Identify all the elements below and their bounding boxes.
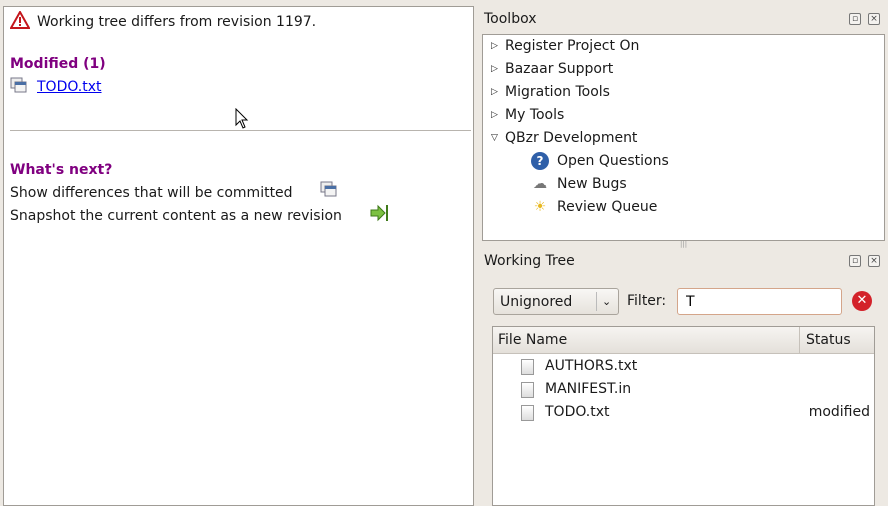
commit-arrow-button[interactable] xyxy=(370,204,390,222)
tree-item-new-bugs[interactable]: ☁ New Bugs xyxy=(531,173,627,195)
expand-icon: ▷ xyxy=(491,87,498,97)
modified-heading: Modified (1) xyxy=(10,56,106,72)
table-row[interactable]: AUTHORS.txt xyxy=(493,355,874,378)
divider xyxy=(10,130,471,131)
expand-icon: ▷ xyxy=(491,41,498,51)
file-icon xyxy=(521,359,534,375)
expand-icon: ▷ xyxy=(491,110,498,120)
filter-label: Filter: xyxy=(627,293,667,309)
action-commit: Snapshot the current content as a new re… xyxy=(10,208,342,224)
tree-item-mytools[interactable]: ▷ My Tools xyxy=(491,104,564,126)
chevron-down-icon: ⌄ xyxy=(596,292,611,311)
table-row[interactable]: MANIFEST.in xyxy=(493,378,874,401)
file-table: File Name Status AUTHORS.txt MANIFEST.in… xyxy=(492,326,875,506)
toolbox-tree: ▷ Register Project On ▷ Bazaar Support ▷ Mi… xyxy=(482,34,885,241)
file-icon xyxy=(521,405,534,421)
tree-item-open-questions[interactable]: ? Open Questions xyxy=(531,150,669,172)
status-message: Working tree differs from revision 1197. xyxy=(37,14,317,30)
diff-icon xyxy=(10,77,27,93)
warning-icon xyxy=(10,11,30,29)
float-icon[interactable]: ▫ xyxy=(849,13,861,25)
view-mode-select[interactable]: Unignored ⌄ xyxy=(493,288,619,315)
expand-icon: ▷ xyxy=(491,64,498,74)
float-icon[interactable]: ▫ xyxy=(849,255,861,267)
column-header-filename[interactable]: File Name xyxy=(493,327,799,354)
show-diff-button[interactable] xyxy=(320,181,338,198)
tree-item-migration[interactable]: ▷ Migration Tools xyxy=(491,81,610,103)
column-header-status[interactable]: Status xyxy=(799,327,874,354)
mouse-cursor-icon xyxy=(235,108,249,129)
file-icon xyxy=(521,382,534,398)
tree-item-bazaar[interactable]: ▷ Bazaar Support xyxy=(491,58,613,80)
sun-cloud-icon: ☀ xyxy=(533,199,547,215)
filter-input[interactable] xyxy=(677,288,842,315)
close-icon[interactable]: × xyxy=(868,255,880,267)
working-tree-title: Working Tree xyxy=(484,253,575,269)
splitter-handle[interactable]: ||| xyxy=(680,240,687,248)
status-panel: Working tree differs from revision 1197.… xyxy=(3,6,474,506)
modified-file-link[interactable]: TODO.txt xyxy=(37,79,102,95)
clear-filter-icon[interactable]: ✕ xyxy=(852,291,872,311)
tree-item-review-queue[interactable]: ☀ Review Queue xyxy=(531,196,658,218)
tree-item-register[interactable]: ▷ Register Project On xyxy=(491,35,639,57)
action-show-diff: Show differences that will be committed xyxy=(10,185,293,201)
toolbox-title: Toolbox xyxy=(484,11,537,27)
collapse-icon: ▽ xyxy=(491,133,498,143)
table-row[interactable]: TODO.txt modified xyxy=(493,401,874,424)
tree-item-qbzr[interactable]: ▽ QBzr Development xyxy=(491,127,637,149)
whats-next-heading: What's next? xyxy=(10,162,113,178)
close-icon[interactable]: × xyxy=(868,13,880,25)
question-icon: ? xyxy=(531,152,549,170)
storm-icon: ☁ xyxy=(533,176,547,192)
